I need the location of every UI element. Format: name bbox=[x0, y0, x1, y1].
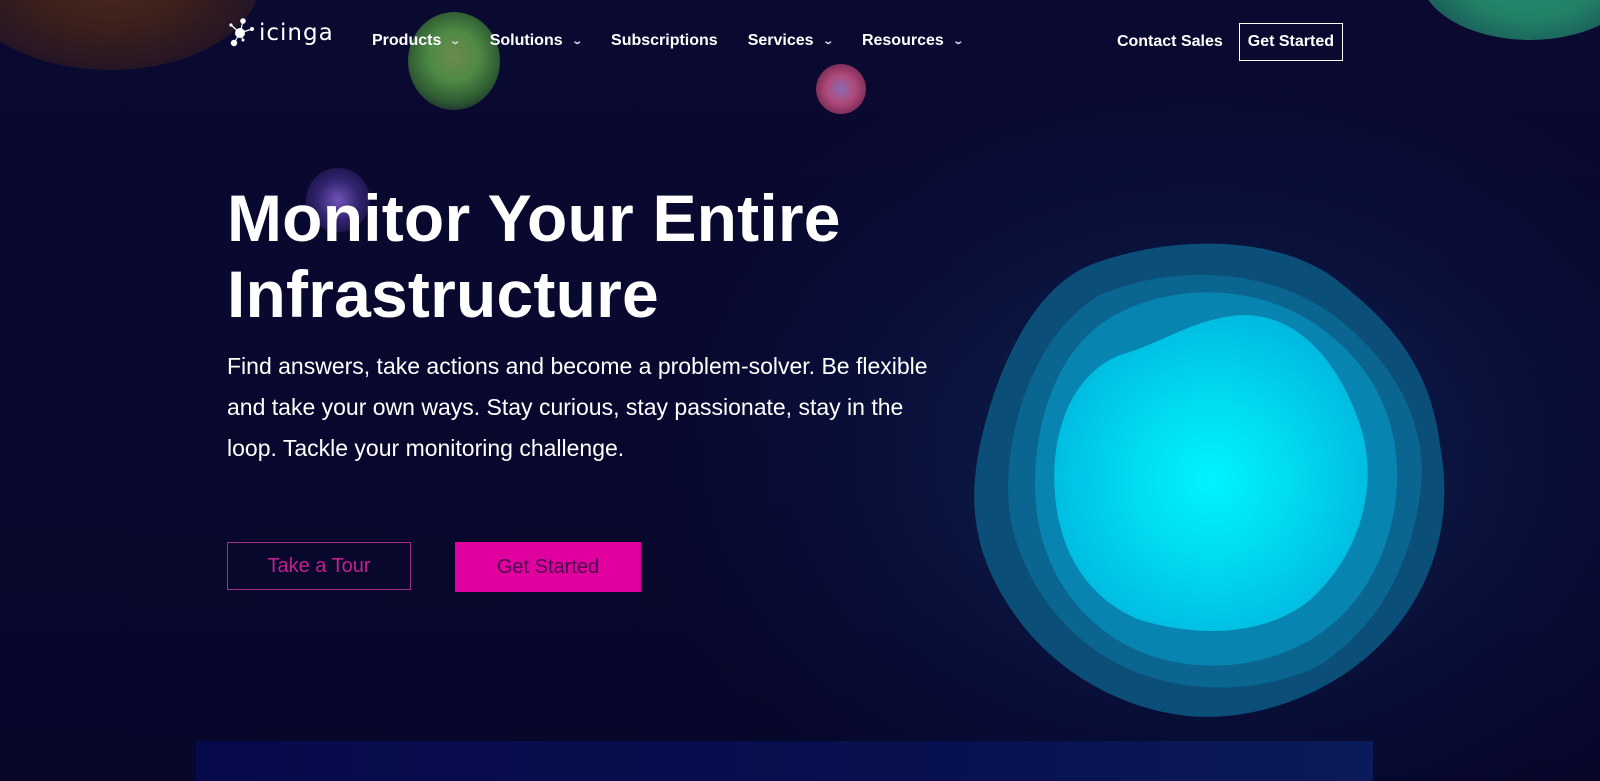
take-a-tour-button[interactable]: Take a Tour bbox=[227, 542, 411, 590]
chevron-down-icon: ⌄ bbox=[952, 35, 964, 47]
chevron-down-icon: ⌄ bbox=[449, 35, 462, 47]
brand-name: icinga bbox=[259, 20, 334, 46]
next-section-panel bbox=[196, 741, 1373, 781]
molecule-network-icon bbox=[229, 18, 254, 47]
chevron-down-icon: ⌄ bbox=[821, 35, 834, 47]
brand-logo[interactable]: icinga bbox=[229, 16, 334, 50]
glowing-orb-illustration bbox=[974, 243, 1445, 717]
nav-item-subscriptions[interactable]: Subscriptions bbox=[611, 32, 718, 50]
nav-label: Solutions bbox=[489, 32, 563, 49]
nav-item-services[interactable]: Services ⌄ bbox=[747, 32, 834, 50]
nav-label: Resources bbox=[861, 32, 944, 49]
nav-item-products[interactable]: Products ⌄ bbox=[372, 32, 462, 50]
hero-section: Monitor Your Entire Infrastructure Find … bbox=[227, 180, 967, 469]
contact-sales-link[interactable]: Contact Sales bbox=[1117, 33, 1223, 51]
nav-actions: Contact Sales Get Started bbox=[1117, 23, 1343, 61]
hero-get-started-button[interactable]: Get Started bbox=[455, 542, 641, 592]
hero-cta-group: Take a Tour Get Started bbox=[227, 542, 641, 592]
hero-title-line2: Infrastructure bbox=[227, 257, 659, 331]
nav-item-solutions[interactable]: Solutions ⌄ bbox=[489, 32, 583, 50]
nav-get-started-button[interactable]: Get Started bbox=[1238, 23, 1343, 61]
chevron-down-icon: ⌄ bbox=[570, 35, 583, 47]
hero-title-line1: Monitor Your Entire bbox=[227, 181, 841, 255]
main-menu: Products ⌄ Solutions ⌄ Subscriptions Ser… bbox=[372, 32, 992, 50]
nav-label: Products bbox=[372, 32, 442, 49]
hero-title: Monitor Your Entire Infrastructure bbox=[227, 180, 967, 332]
nav-label: Services bbox=[747, 32, 814, 49]
top-navigation: icinga Products ⌄ Solutions ⌄ Subscripti… bbox=[0, 0, 1600, 88]
nav-item-resources[interactable]: Resources ⌄ bbox=[861, 32, 964, 50]
nav-label: Subscriptions bbox=[611, 32, 718, 49]
hero-description: Find answers, take actions and become a … bbox=[227, 353, 928, 461]
